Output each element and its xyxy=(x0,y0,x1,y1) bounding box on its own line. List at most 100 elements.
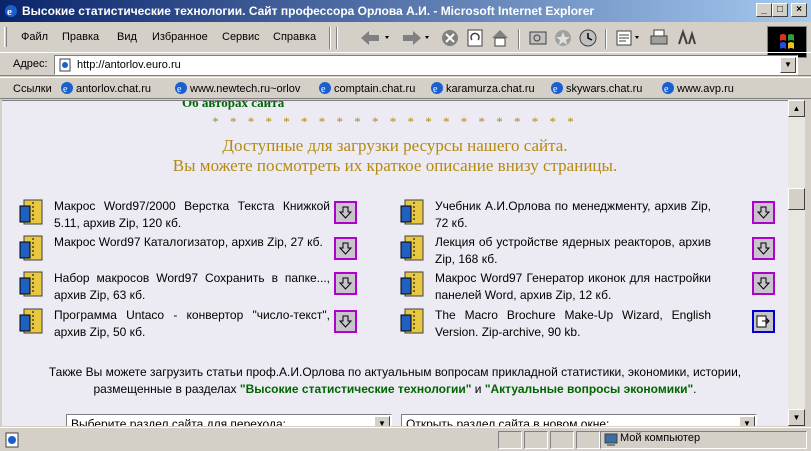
address-label: Адрес: xyxy=(13,58,48,70)
link-label[interactable]: skywars.chat.ru xyxy=(566,83,642,95)
section-link-economics[interactable]: "Актуальные вопросы экономики" xyxy=(485,382,693,396)
cut-off-heading[interactable]: Об авторах сайта xyxy=(182,101,284,111)
favorites-icon[interactable] xyxy=(552,26,574,50)
download-button[interactable] xyxy=(334,201,357,224)
my-computer-icon xyxy=(604,433,618,446)
scroll-up-icon[interactable]: ▲ xyxy=(788,100,805,117)
address-dropdown-icon[interactable]: ▼ xyxy=(780,57,796,73)
page-icon xyxy=(59,58,71,72)
zip-archive-icon xyxy=(400,199,424,225)
resource-description[interactable]: Макрос Word97 Генератор иконок для настр… xyxy=(435,270,711,304)
status-cell xyxy=(550,431,574,449)
scroll-down-icon[interactable]: ▼ xyxy=(788,409,805,426)
ie-page-icon: e xyxy=(175,82,187,95)
vertical-scrollbar[interactable]: ▲ ▼ xyxy=(788,100,805,426)
refresh-icon[interactable] xyxy=(464,26,486,50)
download-arrow-icon xyxy=(338,315,353,328)
window-frame xyxy=(805,100,811,426)
status-cell xyxy=(524,431,548,449)
section-select[interactable]: Выберите раздел сайта для перехода: ▼ xyxy=(66,414,392,426)
links-label: Ссылки xyxy=(13,83,52,95)
status-cell xyxy=(576,431,600,449)
link-label[interactable]: karamurza.chat.ru xyxy=(446,83,535,95)
menu-view[interactable]: Вид xyxy=(117,31,137,43)
title-bar[interactable]: e Высокие статистические технологии. Сай… xyxy=(0,0,811,22)
ie-page-icon: e xyxy=(662,82,674,95)
menu-file[interactable]: Файл xyxy=(21,31,48,43)
svg-text:e: e xyxy=(177,84,182,95)
resource-item: Макрос Word97/2000 Верстка Текста Книжко… xyxy=(18,198,358,232)
back-icon[interactable] xyxy=(355,26,395,50)
download-arrow-icon xyxy=(338,242,353,255)
resource-description[interactable]: The Macro Brochure Make-Up Wizard, Engli… xyxy=(435,307,711,341)
ie-page-icon: e xyxy=(551,82,563,95)
toolbar-grip xyxy=(336,27,338,49)
resource-description[interactable]: Программа Untaco - конвертор "число-текс… xyxy=(54,307,330,341)
download-arrow-icon xyxy=(338,206,353,219)
link-label[interactable]: www.avp.ru xyxy=(677,83,734,95)
address-input[interactable]: http://antorlov.euro.ru ▼ xyxy=(54,55,798,75)
menu-help[interactable]: Справка xyxy=(273,31,316,43)
resource-description[interactable]: Макрос Word97 Каталогизатор, архив Zip, … xyxy=(54,234,330,251)
svg-text:e: e xyxy=(553,84,558,95)
download-button[interactable] xyxy=(752,272,775,295)
open-link-button[interactable] xyxy=(752,310,775,333)
resource-description[interactable]: Набор макросов Word97 Сохранить в папке.… xyxy=(54,270,330,304)
maximize-button[interactable]: □ xyxy=(772,3,788,17)
resource-description[interactable]: Лекция об устройстве ядерных реакторов, … xyxy=(435,234,711,268)
zip-archive-icon xyxy=(400,271,424,297)
chevron-down-icon[interactable]: ▼ xyxy=(739,416,755,426)
links-bar: Ссылки e antorlov.chat.ru e www.newtech.… xyxy=(0,77,811,99)
new-window-select-value[interactable]: Открыть раздел сайта в новом окне: xyxy=(406,417,609,426)
menu-edit[interactable]: Правка xyxy=(62,31,99,43)
zip-archive-icon xyxy=(400,235,424,261)
stars-divider: * * * * * * * * * * * * * * * * * * * * … xyxy=(212,114,578,129)
link-label[interactable]: antorlov.chat.ru xyxy=(76,83,151,95)
menu-tools[interactable]: Сервис xyxy=(222,31,260,43)
download-button[interactable] xyxy=(752,201,775,224)
resource-description[interactable]: Учебник А.И.Орлова по менеджменту, архив… xyxy=(435,198,711,232)
search-icon[interactable] xyxy=(527,26,549,50)
link-label[interactable]: www.newtech.ru~orlov xyxy=(190,83,300,95)
zip-archive-icon xyxy=(19,235,43,261)
resource-item: Набор макросов Word97 Сохранить в папке.… xyxy=(18,270,358,304)
download-button[interactable] xyxy=(334,310,357,333)
chevron-down-icon[interactable]: ▼ xyxy=(374,416,390,426)
zip-archive-icon xyxy=(400,308,424,334)
download-button[interactable] xyxy=(334,237,357,260)
paragraph-end: . xyxy=(693,382,697,396)
home-icon[interactable] xyxy=(489,26,511,50)
zip-archive-icon xyxy=(19,308,43,334)
open-arrow-icon xyxy=(756,315,770,328)
forward-icon[interactable] xyxy=(397,26,435,50)
minimize-button[interactable]: _ xyxy=(756,3,772,17)
svg-text:e: e xyxy=(63,84,68,95)
download-button[interactable] xyxy=(752,237,775,260)
paragraph-line-2: размещенные в разделах "Высокие статисти… xyxy=(2,381,788,398)
svg-text:e: e xyxy=(321,84,326,95)
downloads-paragraph: Также Вы можете загрузить статьи проф.А.… xyxy=(2,364,788,398)
mail-icon[interactable] xyxy=(614,26,644,50)
paragraph-line-1: Также Вы можете загрузить статьи проф.А.… xyxy=(48,365,742,379)
section-link-statistics[interactable]: "Высокие статистические технологии" xyxy=(240,382,472,396)
resource-description[interactable]: Макрос Word97/2000 Верстка Текста Книжко… xyxy=(54,198,330,232)
ie-logo-icon: e xyxy=(5,5,17,18)
toolbar-separator xyxy=(329,27,331,49)
print-icon[interactable] xyxy=(648,26,670,50)
history-icon[interactable] xyxy=(577,26,599,50)
messenger-icon[interactable] xyxy=(675,26,697,50)
new-window-select[interactable]: Открыть раздел сайта в новом окне: ▼ xyxy=(401,414,757,426)
resource-item: Программа Untaco - конвертор "число-текс… xyxy=(18,307,358,341)
download-arrow-icon xyxy=(756,277,771,290)
section-select-value[interactable]: Выберите раздел сайта для перехода: xyxy=(71,417,286,426)
status-bar: Мой компьютер xyxy=(0,427,811,451)
scroll-thumb[interactable] xyxy=(788,188,805,210)
link-label[interactable]: comptain.chat.ru xyxy=(334,83,415,95)
toolbar-separator-3 xyxy=(605,29,607,49)
download-button[interactable] xyxy=(334,272,357,295)
close-button[interactable]: × xyxy=(791,3,807,17)
stop-icon[interactable] xyxy=(439,26,461,50)
zip-archive-icon xyxy=(19,271,43,297)
address-url[interactable]: http://antorlov.euro.ru xyxy=(77,59,181,71)
menu-favorites[interactable]: Избранное xyxy=(152,31,208,43)
